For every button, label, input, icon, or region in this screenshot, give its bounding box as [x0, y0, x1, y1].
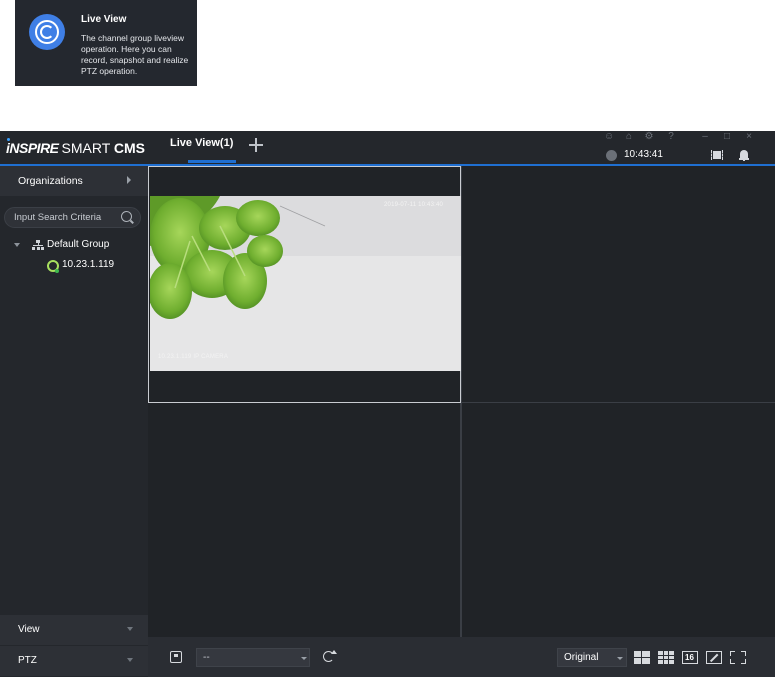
aspect-ratio-select[interactable]: Original — [557, 648, 627, 667]
view-select-value: -- — [203, 652, 210, 663]
osd-timestamp: 2019-07-11 10:43:40 — [384, 202, 444, 208]
plant-image — [150, 196, 461, 371]
view-panel-header[interactable]: View — [0, 615, 148, 645]
video-window-1[interactable]: 2019-07-11 10:43:40 10.23.1.119 IP CAMER… — [148, 166, 461, 403]
live-view-tooltip: Live View The channel group liveview ope… — [15, 0, 197, 86]
layout-4-icon[interactable] — [634, 651, 650, 664]
tab-live-view[interactable]: Live View(1) — [160, 131, 240, 164]
live-view-circle-icon — [29, 14, 65, 50]
organization-tree-icon — [32, 240, 44, 251]
cpu-chip-icon[interactable] — [711, 150, 723, 160]
chevron-down-icon — [127, 658, 133, 662]
view-select[interactable]: -- — [196, 648, 310, 667]
video-grid: 2019-07-11 10:43:40 10.23.1.119 IP CAMER… — [148, 166, 775, 637]
help-icon[interactable]: ? — [666, 132, 676, 142]
settings-gear-icon[interactable]: ⚙ — [644, 132, 654, 142]
bottom-toolbar: -- Original 16 — [148, 637, 775, 677]
aspect-ratio-value: Original — [564, 652, 599, 663]
custom-layout-edit-icon[interactable] — [706, 651, 722, 664]
tooltip-title: Live View — [81, 14, 127, 25]
maximize-icon[interactable]: □ — [722, 132, 732, 142]
organizations-label: Organizations — [18, 175, 83, 187]
search-box — [4, 207, 141, 228]
close-icon[interactable]: × — [744, 132, 754, 142]
tooltip-description: The channel group liveview operation. He… — [81, 33, 189, 76]
bell-icon[interactable] — [739, 150, 749, 161]
organizations-header[interactable]: Organizations — [0, 166, 148, 196]
search-input[interactable] — [14, 211, 114, 224]
video-window-2[interactable] — [461, 166, 775, 403]
chevron-down-icon — [127, 627, 133, 631]
osd-camera-name: 10.23.1.119 IP CAMERA — [158, 354, 229, 360]
group-label: Default Group — [47, 239, 110, 250]
ptz-panel-header[interactable]: PTZ — [0, 646, 148, 676]
view-panel-label: View — [18, 624, 40, 635]
title-bar: iNSPIRE SMART CMS Live View(1) ☺ ⌂ ⚙ ? – … — [0, 131, 775, 166]
sidebar: Organizations Default Group 10.23.1.119 … — [0, 166, 148, 677]
fullscreen-icon[interactable] — [730, 651, 746, 664]
app-window: iNSPIRE SMART CMS Live View(1) ☺ ⌂ ⚙ ? – … — [0, 131, 775, 677]
minimize-icon[interactable]: – — [700, 132, 710, 142]
video-window-3[interactable] — [148, 403, 461, 637]
layout-9-icon[interactable] — [658, 651, 674, 664]
chevron-down-icon — [301, 657, 307, 660]
chevron-right-icon — [127, 176, 131, 184]
user-icon[interactable]: ☺ — [604, 132, 614, 142]
clock-time: 10:43:41 — [624, 149, 663, 160]
save-view-icon[interactable] — [170, 651, 182, 663]
logo-dot — [7, 138, 10, 141]
camera-online-icon — [47, 260, 59, 273]
video-window-4[interactable] — [461, 403, 775, 637]
expand-triangle-icon[interactable] — [14, 243, 20, 247]
search-icon[interactable] — [121, 211, 132, 222]
lock-icon[interactable]: ⌂ — [624, 132, 634, 142]
add-tab-icon[interactable] — [248, 137, 264, 153]
live-video-feed: 2019-07-11 10:43:40 10.23.1.119 IP CAMER… — [150, 196, 461, 371]
device-label: 10.23.1.119 — [62, 259, 115, 270]
layout-16-icon[interactable]: 16 — [682, 651, 698, 664]
refresh-icon[interactable] — [323, 650, 337, 663]
clock-icon — [606, 150, 617, 161]
ptz-panel-label: PTZ — [18, 655, 37, 666]
app-logo: iNSPIRE SMART CMS — [6, 140, 146, 156]
chevron-down-icon — [617, 657, 623, 660]
